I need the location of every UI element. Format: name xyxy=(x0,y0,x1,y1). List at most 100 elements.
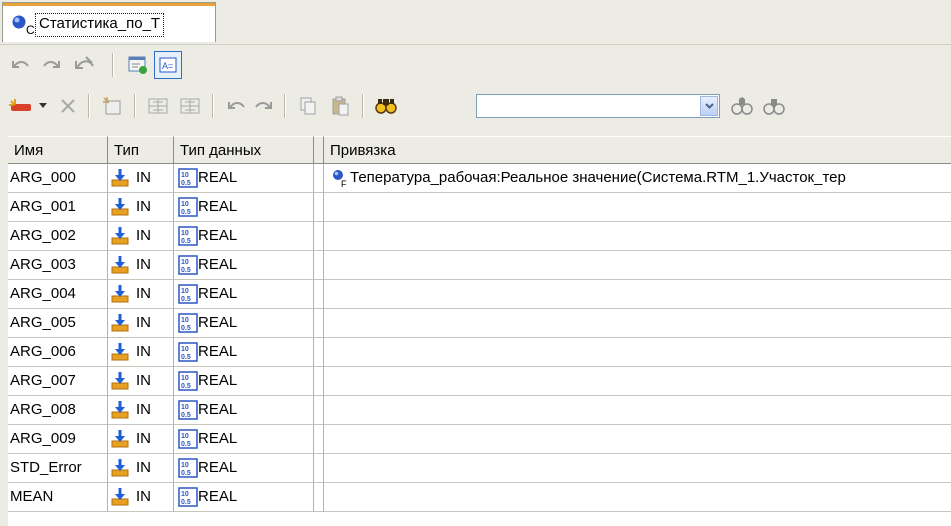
cell-separator xyxy=(314,251,324,280)
cell-name[interactable]: MEAN xyxy=(8,483,108,512)
table-row[interactable]: ARG_009 IN 10 0.5 REAL xyxy=(8,425,951,454)
find-next-icon[interactable] xyxy=(728,92,756,120)
cell-type[interactable]: IN xyxy=(108,483,174,512)
cell-data-type[interactable]: 10 0.5 REAL xyxy=(174,425,314,454)
cell-name[interactable]: ARG_007 xyxy=(8,367,108,396)
cell-name[interactable]: ARG_002 xyxy=(8,222,108,251)
cell-data-type-label: REAL xyxy=(198,198,238,215)
cell-data-type[interactable]: 10 0.5 REAL xyxy=(174,251,314,280)
cell-type[interactable]: IN xyxy=(108,309,174,338)
column-header-binding[interactable]: Привязка xyxy=(324,136,951,164)
table-row[interactable]: ARG_003 IN 10 0.5 REAL xyxy=(8,251,951,280)
cell-data-type[interactable]: 10 0.5 REAL xyxy=(174,193,314,222)
table-row[interactable]: MEAN IN 10 0.5 REAL xyxy=(8,483,951,512)
cell-binding[interactable] xyxy=(324,251,951,280)
tab-statistika[interactable]: C Статистика_по_Т xyxy=(2,2,216,42)
grid-view-2-icon[interactable] xyxy=(176,92,204,120)
search-combobox[interactable] xyxy=(476,94,720,118)
svg-text:10: 10 xyxy=(181,462,189,469)
cell-type[interactable]: IN xyxy=(108,193,174,222)
cell-name[interactable]: ARG_009 xyxy=(8,425,108,454)
paste-icon[interactable] xyxy=(326,92,354,120)
svg-text:0.5: 0.5 xyxy=(181,209,191,216)
cell-data-type[interactable]: 10 0.5 REAL xyxy=(174,338,314,367)
copy-icon[interactable] xyxy=(294,92,322,120)
table-row[interactable]: ARG_002 IN 10 0.5 REAL xyxy=(8,222,951,251)
new-argument-icon[interactable] xyxy=(6,92,36,120)
cell-binding[interactable] xyxy=(324,454,951,483)
grid-view-icon[interactable] xyxy=(144,92,172,120)
cell-data-type[interactable]: 10 0.5 REAL xyxy=(174,396,314,425)
column-header-data-type[interactable]: Тип данных xyxy=(174,136,314,164)
column-header-type[interactable]: Тип xyxy=(108,136,174,164)
cell-type-label: IN xyxy=(136,343,151,360)
cell-name[interactable]: ARG_003 xyxy=(8,251,108,280)
redo-icon[interactable] xyxy=(38,51,66,79)
cell-name[interactable]: ARG_000 xyxy=(8,164,108,193)
undo-icon[interactable] xyxy=(6,51,34,79)
cell-type[interactable]: IN xyxy=(108,251,174,280)
cell-binding[interactable] xyxy=(324,367,951,396)
table-row[interactable]: ARG_008 IN 10 0.5 REAL xyxy=(8,396,951,425)
cell-type[interactable]: IN xyxy=(108,280,174,309)
import-icon[interactable] xyxy=(98,92,126,120)
redo-icon[interactable] xyxy=(250,92,278,120)
table-row[interactable]: ARG_006 IN 10 0.5 REAL xyxy=(8,338,951,367)
cell-type[interactable]: IN xyxy=(108,222,174,251)
cell-type[interactable]: IN xyxy=(108,454,174,483)
column-header-separator[interactable] xyxy=(314,136,324,164)
cell-data-type[interactable]: 10 0.5 REAL xyxy=(174,367,314,396)
cell-name[interactable]: ARG_006 xyxy=(8,338,108,367)
cell-data-type[interactable]: 10 0.5 REAL xyxy=(174,280,314,309)
cell-binding[interactable]: F Тепература_рабочая:Реальное значение(Си… xyxy=(324,164,951,193)
cell-type[interactable]: IN xyxy=(108,164,174,193)
table-row[interactable]: ARG_000 IN 10 0.5 REAL F Тепература_рабочая:Ре… xyxy=(8,164,951,193)
table-row[interactable]: ARG_007 IN 10 0.5 REAL xyxy=(8,367,951,396)
delete-icon[interactable] xyxy=(54,92,82,120)
table-row[interactable]: ARG_001 IN 10 0.5 REAL xyxy=(8,193,951,222)
cell-data-type[interactable]: 10 0.5 REAL xyxy=(174,164,314,193)
find-icon[interactable] xyxy=(372,92,400,120)
cell-data-type[interactable]: 10 0.5 REAL xyxy=(174,309,314,338)
undo-icon[interactable] xyxy=(222,92,250,120)
svg-text:10: 10 xyxy=(181,230,189,237)
cell-type[interactable]: IN xyxy=(108,338,174,367)
table-row[interactable]: ARG_005 IN 10 0.5 REAL xyxy=(8,309,951,338)
svg-text:0.5: 0.5 xyxy=(181,470,191,477)
cell-type[interactable]: IN xyxy=(108,367,174,396)
cell-data-type[interactable]: 10 0.5 REAL xyxy=(174,222,314,251)
cell-data-type[interactable]: 10 0.5 REAL xyxy=(174,483,314,512)
table-row[interactable]: ARG_004 IN 10 0.5 REAL xyxy=(8,280,951,309)
cell-binding[interactable] xyxy=(324,280,951,309)
cell-name[interactable]: STD_Error xyxy=(8,454,108,483)
cell-binding[interactable] xyxy=(324,338,951,367)
cell-separator xyxy=(314,309,324,338)
properties-icon[interactable] xyxy=(124,51,152,79)
dropdown-arrow-icon[interactable] xyxy=(36,92,50,120)
cell-binding[interactable] xyxy=(324,483,951,512)
cell-data-type-label: REAL xyxy=(198,459,238,476)
cell-binding[interactable] xyxy=(324,193,951,222)
table-row[interactable]: STD_Error IN 10 0.5 REAL xyxy=(8,454,951,483)
cell-name[interactable]: ARG_008 xyxy=(8,396,108,425)
undo-all-icon[interactable] xyxy=(70,51,98,79)
cell-type[interactable]: IN xyxy=(108,425,174,454)
svg-text:0.5: 0.5 xyxy=(181,296,191,303)
column-header-name[interactable]: Имя xyxy=(8,136,108,164)
c-object-icon: C xyxy=(12,15,35,36)
real-type-icon: 100.5 xyxy=(178,168,198,188)
cell-binding[interactable] xyxy=(324,396,951,425)
cell-type[interactable]: IN xyxy=(108,396,174,425)
arguments-view-icon[interactable]: A= xyxy=(154,51,182,79)
cell-data-type[interactable]: 10 0.5 REAL xyxy=(174,454,314,483)
cell-name[interactable]: ARG_005 xyxy=(8,309,108,338)
cell-binding[interactable] xyxy=(324,222,951,251)
svg-text:10: 10 xyxy=(181,346,189,353)
find-prev-icon[interactable] xyxy=(760,92,788,120)
cell-binding[interactable] xyxy=(324,309,951,338)
cell-binding[interactable] xyxy=(324,425,951,454)
cell-name[interactable]: ARG_004 xyxy=(8,280,108,309)
chevron-down-icon[interactable] xyxy=(700,96,718,116)
cell-name[interactable]: ARG_001 xyxy=(8,193,108,222)
cell-type-label: IN xyxy=(136,430,151,447)
